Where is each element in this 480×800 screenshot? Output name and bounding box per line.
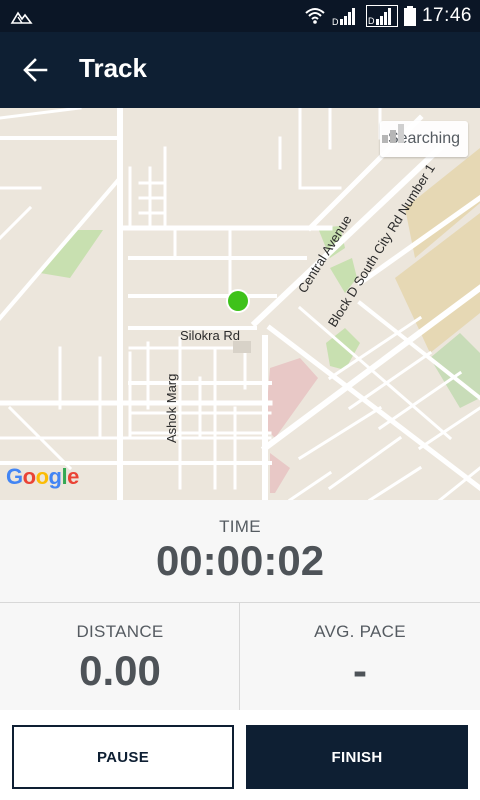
google-logo: Google: [6, 464, 79, 489]
map-view[interactable]: Silokra Rd Ashok Marg Central Avenue Blo…: [0, 108, 480, 500]
signal-icon-sim2: D: [365, 5, 398, 27]
current-location-dot: [228, 291, 248, 311]
map-canvas[interactable]: Silokra Rd Ashok Marg Central Avenue Blo…: [0, 108, 480, 500]
avg-pace-stat: AVG. PACE -: [240, 603, 480, 710]
time-label: TIME: [219, 517, 261, 536]
avg-pace-value: -: [353, 647, 367, 694]
app-bar: Track: [0, 32, 480, 108]
svg-text:D: D: [368, 16, 375, 26]
map-label-ashok-marg: Ashok Marg: [164, 374, 179, 443]
activity-app-icon: [10, 11, 33, 24]
time-value: 00:00:02: [155, 537, 325, 584]
gps-status-chip: Searching: [379, 121, 468, 157]
stats-panel: TIME 00:00:02 DISTANCE 0.00 AVG. PACE -: [0, 500, 480, 710]
map-label-silokra-rd: Silokra Rd: [180, 328, 240, 343]
page-title: Track: [79, 53, 147, 83]
action-bar: PAUSE FINISH: [0, 710, 480, 800]
pause-button[interactable]: PAUSE: [12, 725, 234, 789]
svg-text:D: D: [332, 17, 339, 26]
status-bar: D D 17:46: [0, 0, 480, 32]
distance-stat: DISTANCE 0.00: [0, 603, 240, 710]
status-time: 17:46: [421, 5, 472, 26]
avg-pace-label: AVG. PACE: [314, 622, 406, 641]
back-arrow-icon[interactable]: [18, 52, 54, 88]
distance-value: 0.00: [79, 647, 161, 694]
signal-icon-sim1: D: [332, 8, 355, 26]
time-stat: TIME 00:00:02: [0, 500, 480, 603]
gps-signal-icon: [381, 124, 404, 143]
finish-button[interactable]: FINISH: [246, 725, 468, 789]
battery-icon: [403, 6, 416, 26]
distance-label: DISTANCE: [76, 622, 164, 641]
wifi-icon: [305, 8, 325, 24]
